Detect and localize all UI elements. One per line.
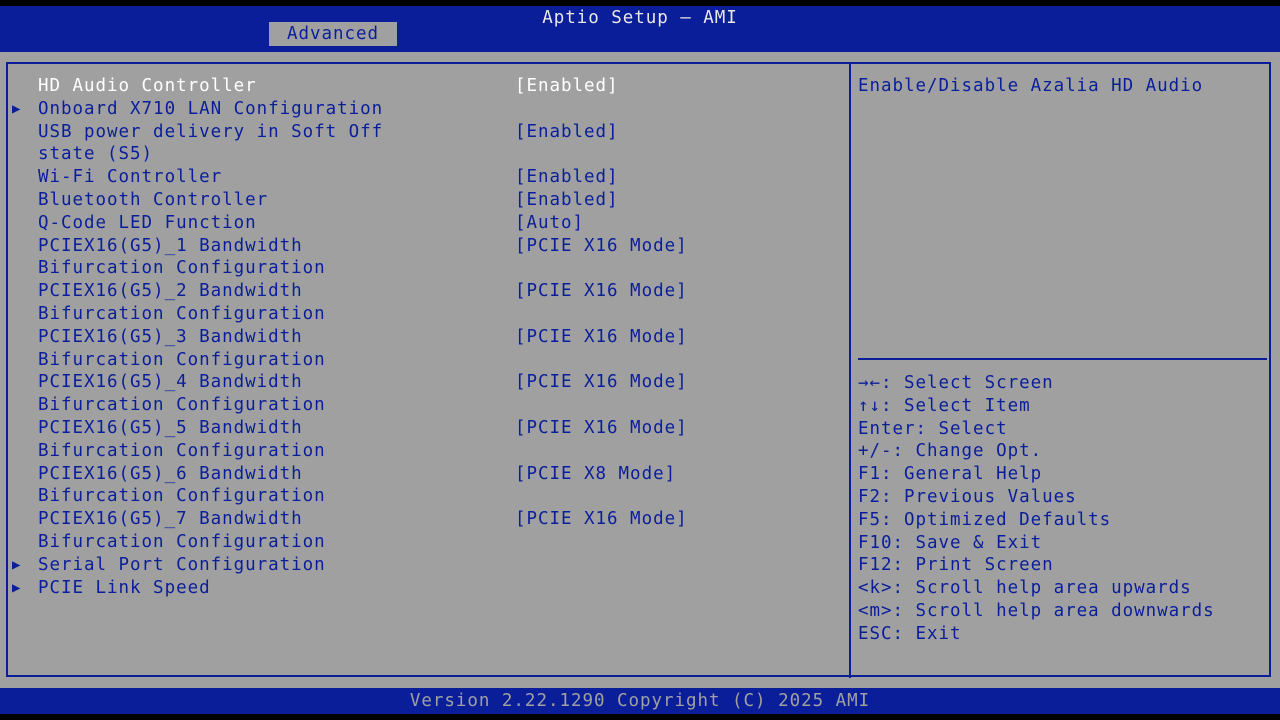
panel-divider [849, 62, 851, 678]
help-separator [858, 358, 1267, 360]
menu-item-label-line2: Bifurcation Configuration [38, 532, 326, 552]
bottom-border [0, 714, 1280, 720]
key-help-line: <m>: Scroll help area downwards [858, 601, 1215, 621]
menu-item-value: [Enabled] [515, 76, 619, 96]
menu-item-label: Serial Port Configuration [38, 554, 326, 575]
submenu-arrow-icon: ▶ [12, 579, 22, 596]
menu-item-label-line2: Bifurcation Configuration [38, 349, 326, 370]
menu-item[interactable]: PCIEX16(G5)_5 Bandwidth [PCIE X16 Mode] [0, 417, 849, 439]
setup-title: Aptio Setup – AMI [542, 8, 738, 28]
menu-item-value: [Enabled] [515, 190, 619, 210]
menu-item-label-line2: Bifurcation Configuration [38, 258, 326, 279]
footer-bar: Version 2.22.1290 Copyright (C) 2025 AMI [0, 688, 1280, 714]
menu-item-label: PCIEX16(G5)_2 Bandwidth [38, 281, 303, 302]
menu-item[interactable]: Bluetooth Controller [Enabled] [0, 189, 849, 211]
menu-item-value: [PCIE X8 Mode] [515, 463, 677, 484]
menu-item-value: [PCIE X16 Mode] [515, 326, 688, 347]
menu-item-value: [PCIE X16 Mode] [515, 372, 688, 393]
key-help-line: Enter: Select [858, 418, 1008, 439]
key-help-line: <k>: Scroll help area upwards [858, 578, 1192, 599]
menu-item-label-line2: Bifurcation Configuration [38, 486, 326, 507]
menu-item-value: [Enabled] [515, 121, 619, 142]
menu-item-label: PCIEX16(G5)_6 Bandwidth [38, 463, 303, 484]
menu-item[interactable]: ▶ Serial Port Configuration [0, 554, 849, 576]
menu-item-label: PCIEX16(G5)_3 Bandwidth [38, 326, 303, 347]
version-text: Version 2.22.1290 Copyright (C) 2025 AMI [409, 691, 871, 711]
menu-item-label: PCIEX16(G5)_5 Bandwidth [38, 418, 303, 438]
menu-item-label-line2: state (S5) [38, 144, 154, 165]
key-help-line: F2: Previous Values [858, 487, 1077, 507]
menu-item-label: HD Audio Controller [38, 76, 257, 96]
menu-item-value: [PCIE X16 Mode] [515, 281, 688, 302]
menu-item-label: PCIEX16(G5)_1 Bandwidth [38, 235, 303, 256]
key-help-line: F12: Print Screen [858, 555, 1054, 576]
menu-item[interactable]: PCIEX16(G5)_4 Bandwidth [PCIE X16 Mode] [0, 371, 849, 393]
help-description: Enable/Disable Azalia HD Audio [858, 76, 1204, 96]
key-help-line: F10: Save & Exit [858, 532, 1043, 553]
menu-item-label: PCIEX16(G5)_4 Bandwidth [38, 372, 303, 393]
menu-item-label: Q-Code LED Function [38, 212, 257, 233]
key-help-line: ↑↓: Select Item [858, 395, 1031, 416]
key-help-line: +/-: Change Opt. [858, 441, 1043, 462]
menu-item-value: [Enabled] [515, 167, 619, 188]
menu-item[interactable]: ▶ Onboard X710 LAN Configuration [0, 98, 849, 120]
menu-item[interactable]: Q-Code LED Function [Auto] [0, 212, 849, 234]
menu-item-label: PCIEX16(G5)_7 Bandwidth [38, 509, 303, 530]
menu-item-label: PCIE Link Speed [38, 577, 211, 598]
menu-item[interactable]: HD Audio Controller [Enabled] [0, 75, 849, 97]
menu-item[interactable]: PCIEX16(G5)_3 Bandwidth [PCIE X16 Mode] [0, 326, 849, 348]
menu-item-label: USB power delivery in Soft Off [38, 121, 384, 142]
menu-item-value: [PCIE X16 Mode] [515, 235, 688, 256]
key-help-line: ESC: Exit [858, 623, 962, 644]
menu-item-label: Bluetooth Controller [38, 190, 269, 210]
menu-item[interactable]: PCIEX16(G5)_7 Bandwidth [PCIE X16 Mode] [0, 508, 849, 530]
submenu-arrow-icon: ▶ [12, 556, 22, 573]
menu-item[interactable]: Wi-Fi Controller [Enabled] [0, 166, 849, 188]
menu-item-label: Wi-Fi Controller [38, 167, 223, 188]
key-help-line: F1: General Help [858, 464, 1043, 485]
menu-item[interactable]: USB power delivery in Soft Off [Enabled] [0, 121, 849, 143]
key-help-line: →←: Select Screen [858, 373, 1054, 393]
submenu-arrow-icon: ▶ [12, 100, 22, 117]
menu-item-label-line2: Bifurcation Configuration [38, 395, 326, 416]
menu-item-value: [PCIE X16 Mode] [515, 509, 688, 530]
menu-item[interactable]: PCIEX16(G5)_1 Bandwidth [PCIE X16 Mode] [0, 235, 849, 257]
menu-item-label-line2: Bifurcation Configuration [38, 304, 326, 324]
menu-item[interactable]: PCIEX16(G5)_6 Bandwidth [PCIE X8 Mode] [0, 463, 849, 485]
tab-advanced[interactable]: Advanced [269, 22, 397, 46]
menu-item[interactable]: PCIEX16(G5)_2 Bandwidth [PCIE X16 Mode] [0, 280, 849, 302]
menu-item-value: [PCIE X16 Mode] [515, 418, 688, 438]
menu-item-label-line2: Bifurcation Configuration [38, 440, 326, 461]
key-help-line: F5: Optimized Defaults [858, 509, 1112, 530]
menu-item[interactable]: ▶ PCIE Link Speed [0, 577, 849, 599]
menu-item-label: Onboard X710 LAN Configuration [38, 98, 384, 119]
menu-item-value: [Auto] [515, 212, 585, 233]
